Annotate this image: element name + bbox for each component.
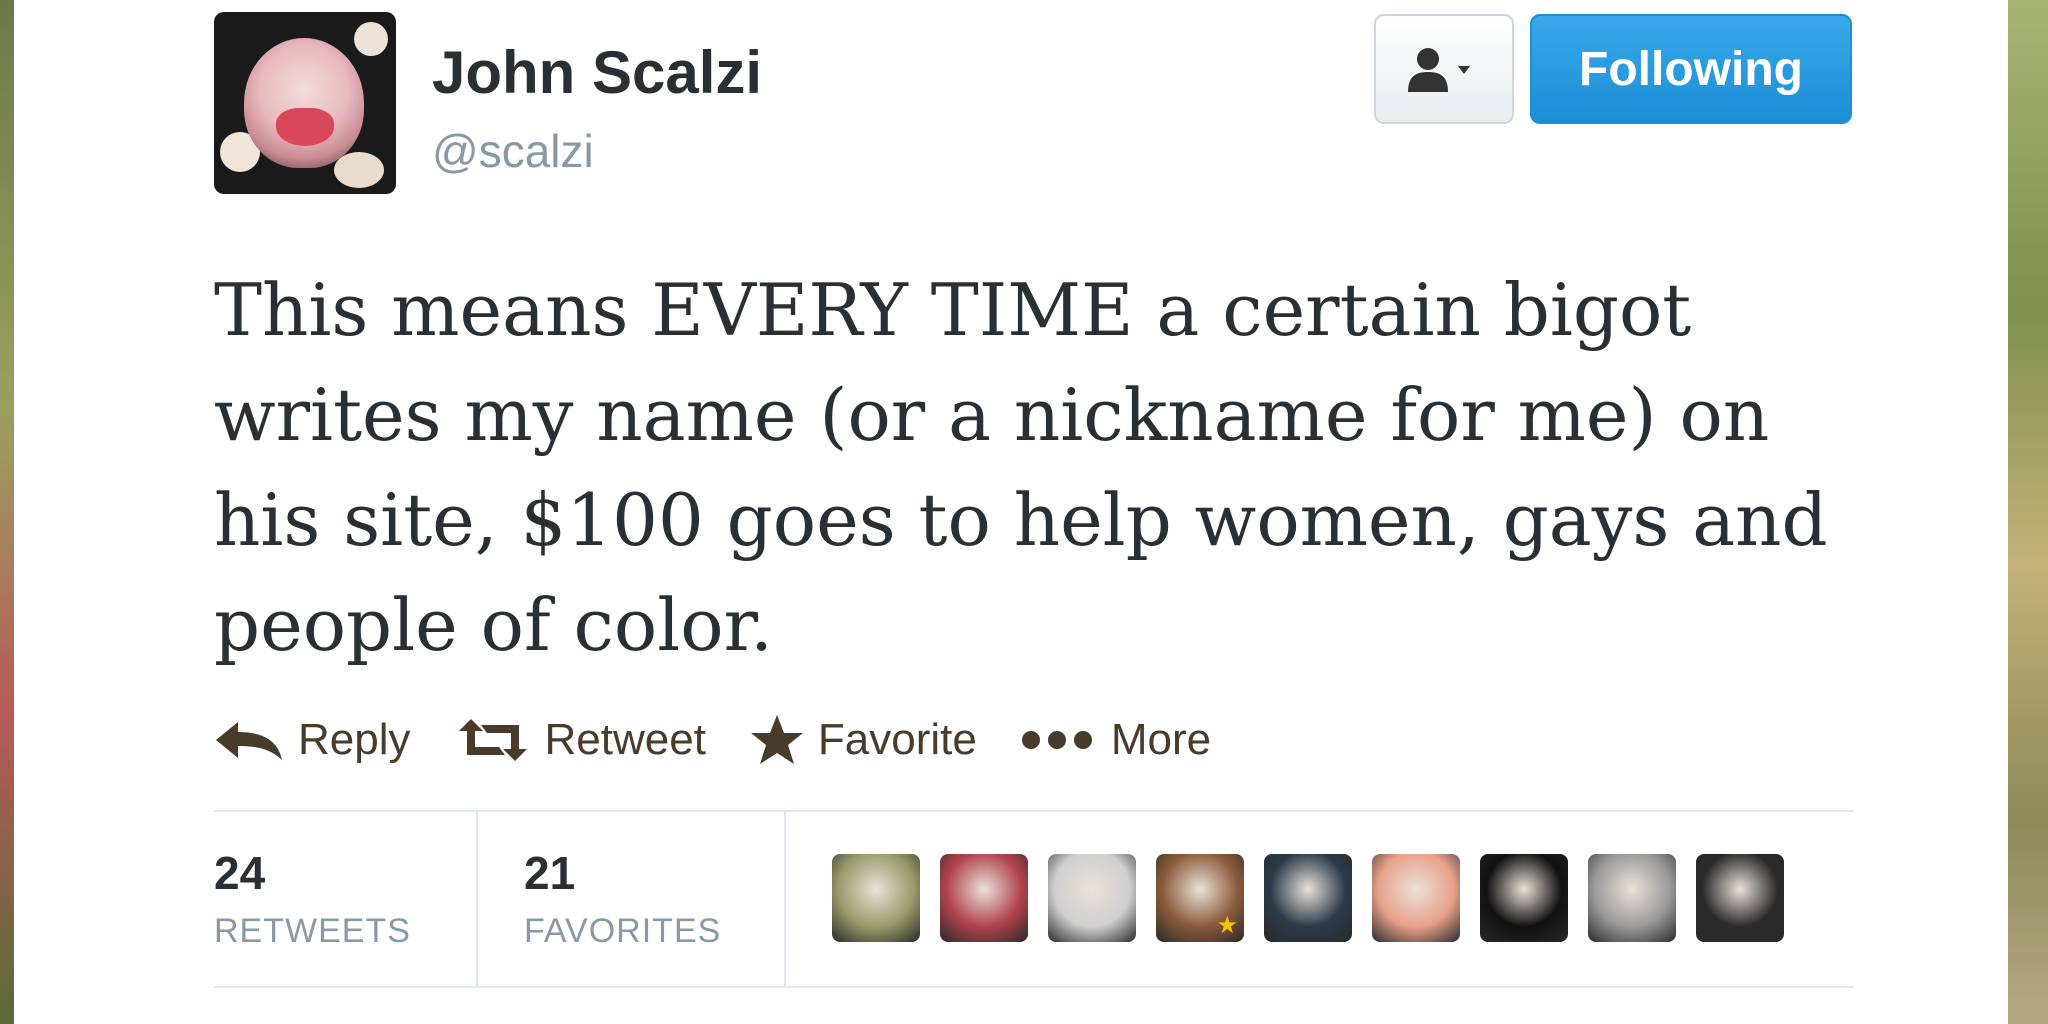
- author-handle[interactable]: @scalzi: [432, 124, 594, 178]
- favorite-button[interactable]: Favorite: [750, 713, 977, 767]
- avatar-detail: [334, 152, 384, 188]
- favoriter-avatar[interactable]: ★: [1156, 854, 1244, 942]
- stat-divider: [784, 812, 786, 986]
- favoriter-avatar[interactable]: [1480, 854, 1568, 942]
- avatar-detail: [354, 22, 388, 56]
- favoriter-avatar[interactable]: [1372, 854, 1460, 942]
- retweets-stat[interactable]: 24 RETWEETS: [214, 812, 476, 986]
- divider: [214, 986, 1854, 988]
- avatar-mouth: [276, 108, 334, 146]
- person-icon: [1408, 48, 1470, 92]
- author-avatar[interactable]: [214, 12, 396, 194]
- retweet-icon: [458, 719, 527, 761]
- verified-star-icon: ★: [1216, 912, 1238, 939]
- avatar-face: [244, 38, 364, 168]
- favoriters-avatars: ★: [832, 854, 1804, 942]
- favoriter-avatar[interactable]: [832, 854, 920, 942]
- retweets-count: 24: [214, 847, 266, 899]
- retweet-button[interactable]: Retweet: [455, 715, 706, 765]
- following-button[interactable]: Following: [1530, 14, 1852, 124]
- background-right: [2008, 0, 2048, 1024]
- favorites-label: FAVORITES: [524, 912, 722, 950]
- favoriter-avatar[interactable]: [1264, 854, 1352, 942]
- favorites-count: 21: [524, 847, 576, 899]
- background-left: [0, 0, 14, 1024]
- favoriter-avatar[interactable]: [1696, 854, 1784, 942]
- ellipsis-icon: [1021, 731, 1092, 749]
- favoriter-avatar[interactable]: [940, 854, 1028, 942]
- retweets-label: RETWEETS: [214, 912, 411, 950]
- reply-button[interactable]: Reply: [214, 715, 411, 765]
- user-actions-dropdown[interactable]: [1374, 14, 1514, 124]
- tweet-card: John Scalzi @scalzi Following This means…: [14, 0, 2008, 1024]
- tweet-text: This means EVERY TIME a certain bigot wr…: [214, 268, 1828, 667]
- retweet-label: Retweet: [544, 715, 706, 764]
- more-label: More: [1110, 715, 1212, 764]
- tweet-stats: 24 RETWEETS 21 FAVORITES ★: [214, 812, 1854, 986]
- more-button[interactable]: More: [1021, 715, 1211, 765]
- author-name[interactable]: John Scalzi: [432, 38, 762, 107]
- tweet-actions: Reply Retweet Favorite More: [214, 700, 1255, 780]
- favorite-label: Favorite: [817, 715, 977, 764]
- favorites-stat[interactable]: 21 FAVORITES: [524, 812, 764, 986]
- reply-label: Reply: [298, 715, 411, 764]
- favoriter-avatar[interactable]: [1588, 854, 1676, 942]
- favoriter-avatar[interactable]: [1048, 854, 1136, 942]
- reply-icon: [216, 722, 282, 760]
- stat-divider: [476, 812, 478, 986]
- star-icon: [750, 715, 803, 764]
